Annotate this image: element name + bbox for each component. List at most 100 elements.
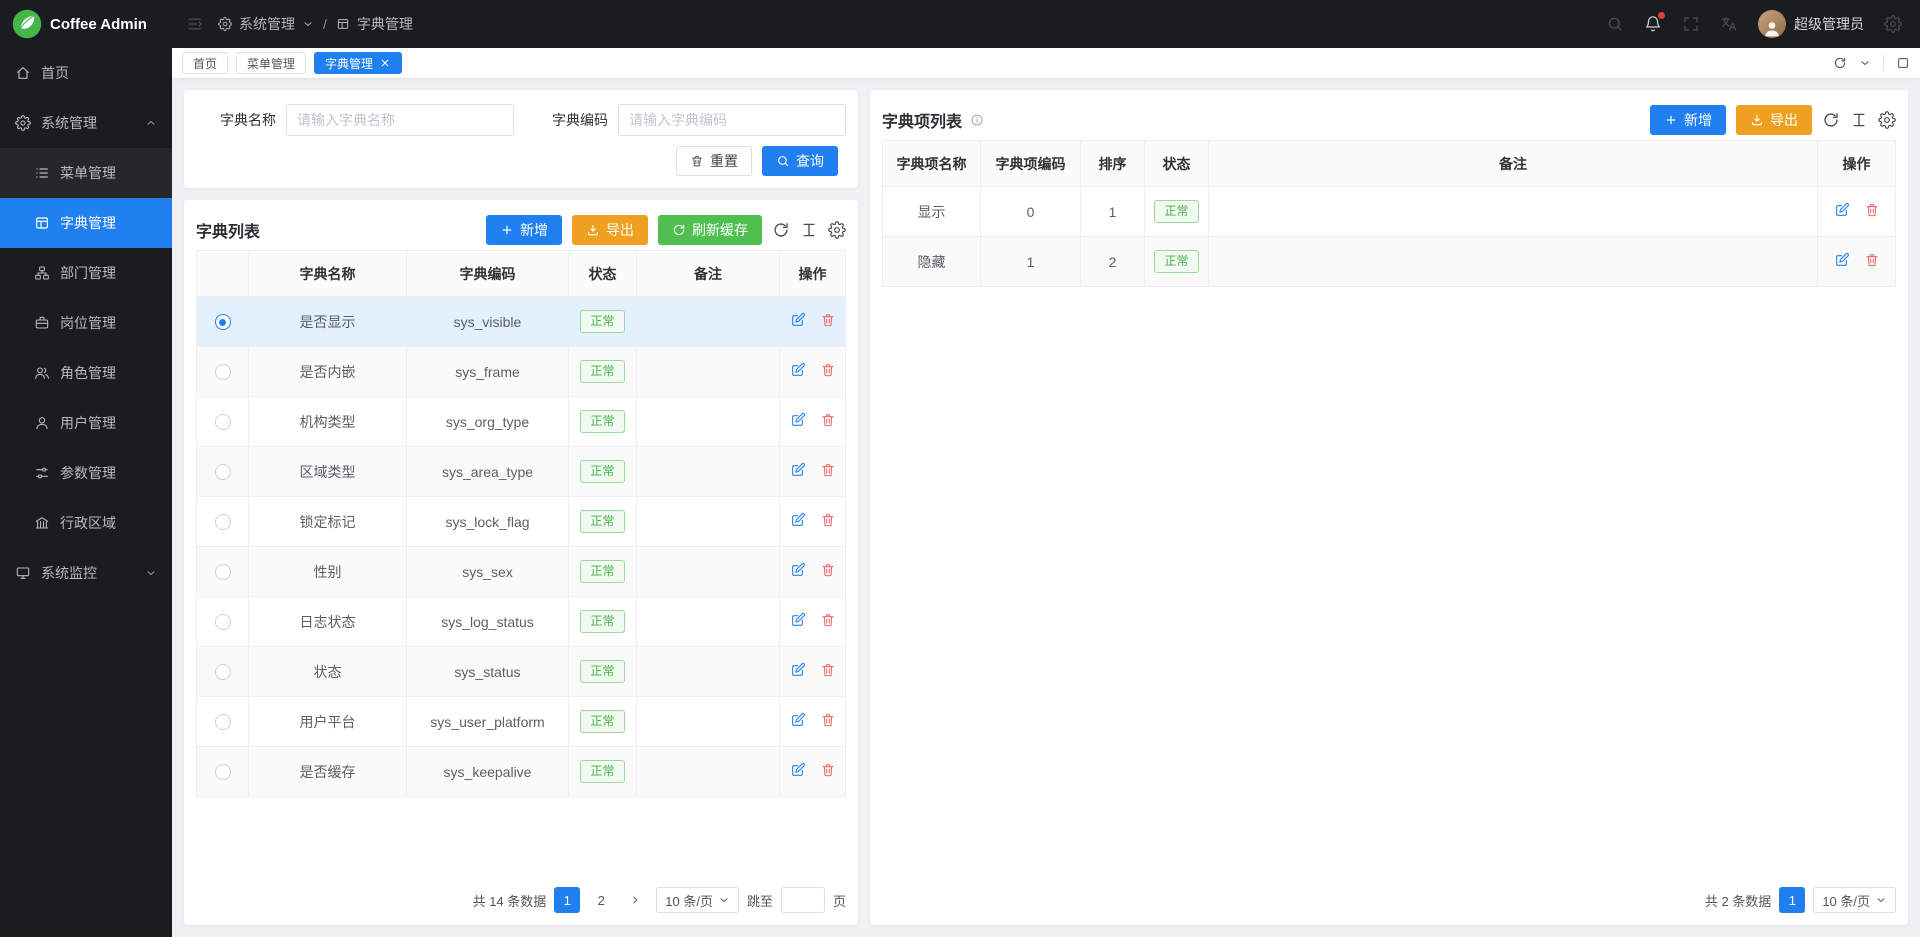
delete-icon[interactable] <box>820 612 836 628</box>
delete-icon[interactable] <box>820 712 836 728</box>
sidebar-item-user-mgmt[interactable]: 用户管理 <box>0 398 172 448</box>
sidebar-item-home[interactable]: 首页 <box>0 48 172 98</box>
delete-icon[interactable] <box>820 562 836 578</box>
refresh-table-icon[interactable] <box>1822 111 1840 129</box>
export-dict-button[interactable]: 导出 <box>572 215 648 245</box>
notifications-button[interactable] <box>1644 15 1662 33</box>
sidebar-item-param-mgmt[interactable]: 参数管理 <box>0 448 172 498</box>
delete-icon[interactable] <box>1864 252 1880 268</box>
row-radio[interactable] <box>215 664 231 680</box>
user-menu[interactable]: 超级管理员 <box>1758 10 1864 38</box>
row-radio[interactable] <box>215 614 231 630</box>
remark-cell <box>637 447 780 497</box>
add-dict-button[interactable]: 新增 <box>486 215 562 245</box>
sidebar-collapse-icon[interactable] <box>186 15 204 33</box>
edit-icon[interactable] <box>790 412 806 428</box>
table-row[interactable]: 性别 sys_sex 正常 <box>197 547 846 597</box>
sidebar-item-post-mgmt[interactable]: 岗位管理 <box>0 298 172 348</box>
page-button-2[interactable]: 2 <box>588 887 614 913</box>
row-radio[interactable] <box>215 314 231 330</box>
sidebar-group-monitor[interactable]: 系统监控 <box>0 548 172 598</box>
table-row[interactable]: 机构类型 sys_org_type 正常 <box>197 397 846 447</box>
tab-dict-mgmt[interactable]: 字典管理 <box>314 52 402 74</box>
content-maximize-icon[interactable] <box>1896 56 1910 70</box>
row-radio[interactable] <box>215 564 231 580</box>
query-button[interactable]: 查询 <box>762 146 838 176</box>
edit-icon[interactable] <box>1834 202 1850 218</box>
delete-icon[interactable] <box>1864 202 1880 218</box>
delete-icon[interactable] <box>820 412 836 428</box>
jump-to-input[interactable] <box>781 887 825 913</box>
edit-icon[interactable] <box>790 562 806 578</box>
delete-icon[interactable] <box>820 462 836 478</box>
row-radio[interactable] <box>215 464 231 480</box>
breadcrumb-current: 字典管理 <box>357 14 413 34</box>
dict-name-input[interactable] <box>286 104 514 136</box>
delete-icon[interactable] <box>820 762 836 778</box>
table-row[interactable]: 日志状态 sys_log_status 正常 <box>197 597 846 647</box>
page-button-1[interactable]: 1 <box>554 887 580 913</box>
users-icon <box>34 365 50 381</box>
table-settings-icon[interactable] <box>828 221 846 239</box>
sidebar-item-region-mgmt[interactable]: 行政区域 <box>0 498 172 548</box>
edit-icon[interactable] <box>790 512 806 528</box>
row-radio[interactable] <box>215 714 231 730</box>
table-row[interactable]: 是否显示 sys_visible 正常 <box>197 297 846 347</box>
tab-home[interactable]: 首页 <box>182 52 228 74</box>
table-row[interactable]: 是否内嵌 sys_frame 正常 <box>197 347 846 397</box>
tab-close-icon[interactable] <box>379 57 391 69</box>
page-size-select[interactable]: 10 条/页 <box>1813 887 1896 913</box>
add-item-button[interactable]: 新增 <box>1650 105 1726 135</box>
sidebar-item-menu-mgmt[interactable]: 菜单管理 <box>0 148 172 198</box>
row-radio[interactable] <box>215 514 231 530</box>
table-row[interactable]: 锁定标记 sys_lock_flag 正常 <box>197 497 846 547</box>
fullscreen-icon[interactable] <box>1682 15 1700 33</box>
row-radio[interactable] <box>215 414 231 430</box>
table-row[interactable]: 区域类型 sys_area_type 正常 <box>197 447 846 497</box>
edit-icon[interactable] <box>790 662 806 678</box>
dict-code-input[interactable] <box>618 104 846 136</box>
table-row[interactable]: 显示 0 1 正常 <box>883 187 1896 237</box>
edit-icon[interactable] <box>790 612 806 628</box>
breadcrumb-system[interactable]: 系统管理 <box>239 14 295 34</box>
edit-icon[interactable] <box>790 312 806 328</box>
settings-gear-icon[interactable] <box>1884 15 1902 33</box>
chevron-down-icon[interactable] <box>302 18 314 30</box>
sidebar-item-dept-mgmt[interactable]: 部门管理 <box>0 248 172 298</box>
refresh-table-icon[interactable] <box>772 221 790 239</box>
table-row[interactable]: 用户平台 sys_user_platform 正常 <box>197 697 846 747</box>
sidebar-group-system[interactable]: 系统管理 <box>0 98 172 148</box>
edit-icon[interactable] <box>1834 252 1850 268</box>
row-radio[interactable] <box>215 764 231 780</box>
column-setting-icon[interactable] <box>1850 111 1868 129</box>
edit-icon[interactable] <box>790 762 806 778</box>
table-settings-icon[interactable] <box>1878 111 1896 129</box>
edit-icon[interactable] <box>790 712 806 728</box>
table-row[interactable]: 是否缓存 sys_keepalive 正常 <box>197 747 846 797</box>
column-setting-icon[interactable] <box>800 221 818 239</box>
info-icon[interactable] <box>970 113 984 127</box>
row-radio[interactable] <box>215 364 231 380</box>
edit-icon[interactable] <box>790 462 806 478</box>
next-page-button[interactable] <box>622 887 648 913</box>
refresh-icon[interactable] <box>1833 56 1847 70</box>
delete-icon[interactable] <box>820 312 836 328</box>
page-size-select[interactable]: 10 条/页 <box>656 887 739 913</box>
refresh-cache-button[interactable]: 刷新缓存 <box>658 215 762 245</box>
translate-icon[interactable] <box>1720 15 1738 33</box>
reset-button[interactable]: 重置 <box>676 146 752 176</box>
sidebar-item-dict-mgmt[interactable]: 字典管理 <box>0 198 172 248</box>
delete-icon[interactable] <box>820 662 836 678</box>
edit-icon[interactable] <box>790 362 806 378</box>
search-icon[interactable] <box>1606 15 1624 33</box>
page-button-1[interactable]: 1 <box>1779 887 1805 913</box>
table-row[interactable]: 状态 sys_status 正常 <box>197 647 846 697</box>
table-row[interactable]: 隐藏 1 2 正常 <box>883 237 1896 287</box>
chevron-down-icon[interactable] <box>1859 57 1871 69</box>
delete-icon[interactable] <box>820 512 836 528</box>
export-item-button[interactable]: 导出 <box>1736 105 1812 135</box>
sidebar-item-role-mgmt[interactable]: 角色管理 <box>0 348 172 398</box>
tab-menu-mgmt[interactable]: 菜单管理 <box>236 52 306 74</box>
column-header: 字典项名称 <box>883 141 981 187</box>
delete-icon[interactable] <box>820 362 836 378</box>
